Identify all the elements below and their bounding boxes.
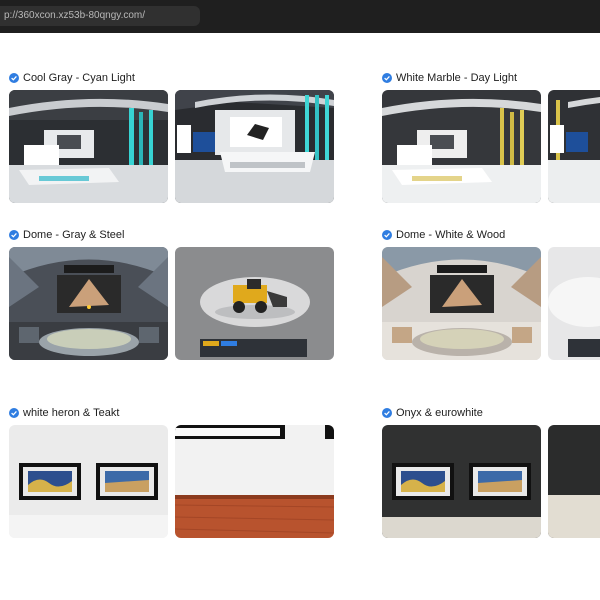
theme-title: Onyx & eurowhite: [382, 405, 483, 421]
preview-image[interactable]: [382, 425, 541, 538]
theme-title-text: Cool Gray - Cyan Light: [23, 72, 135, 84]
theme-title: Dome - Gray & Steel: [9, 227, 124, 243]
preview-image[interactable]: [9, 90, 168, 203]
preview-image[interactable]: [548, 425, 600, 538]
preview-image[interactable]: [175, 247, 334, 360]
address-bar[interactable]: p://360xcon.xz53b-80qngy.com/: [0, 6, 200, 26]
preview-image[interactable]: [175, 90, 334, 203]
gallery-page: Cool Gray - Cyan Light White Marble - Da…: [0, 33, 600, 600]
theme-card-cool-gray: Cool Gray - Cyan Light: [9, 70, 339, 205]
preview-image[interactable]: [382, 90, 541, 203]
theme-title: Cool Gray - Cyan Light: [9, 70, 135, 86]
preview-image[interactable]: [9, 425, 168, 538]
check-circle-icon: [382, 408, 392, 418]
theme-title-text: white heron & Teakt: [23, 407, 120, 419]
check-circle-icon: [382, 230, 392, 240]
theme-title: Dome - White & Wood: [382, 227, 505, 243]
theme-card-onyx-eurowhite: Onyx & eurowhite: [382, 405, 600, 540]
check-circle-icon: [9, 408, 19, 418]
theme-card-white-marble: White Marble - Day Light: [382, 70, 600, 205]
browser-toolbar: p://360xcon.xz53b-80qngy.com/: [0, 0, 600, 33]
check-circle-icon: [382, 73, 392, 83]
theme-card-white-heron-teakt: white heron & Teakt: [9, 405, 339, 540]
preview-image[interactable]: [9, 247, 168, 360]
theme-card-dome-white-wood: Dome - White & Wood: [382, 227, 600, 362]
check-circle-icon: [9, 230, 19, 240]
preview-image[interactable]: [382, 247, 541, 360]
preview-image[interactable]: [175, 425, 334, 538]
preview-image[interactable]: [548, 247, 600, 360]
theme-title: White Marble - Day Light: [382, 70, 517, 86]
theme-title-text: Onyx & eurowhite: [396, 407, 483, 419]
theme-title-text: White Marble - Day Light: [396, 72, 518, 84]
theme-title-text: Dome - White & Wood: [396, 229, 506, 241]
theme-card-dome-gray-steel: Dome - Gray & Steel: [9, 227, 339, 362]
theme-title: white heron & Teakt: [9, 405, 119, 421]
preview-image[interactable]: [548, 90, 600, 203]
theme-title-text: Dome - Gray & Steel: [23, 229, 125, 241]
check-circle-icon: [9, 73, 19, 83]
